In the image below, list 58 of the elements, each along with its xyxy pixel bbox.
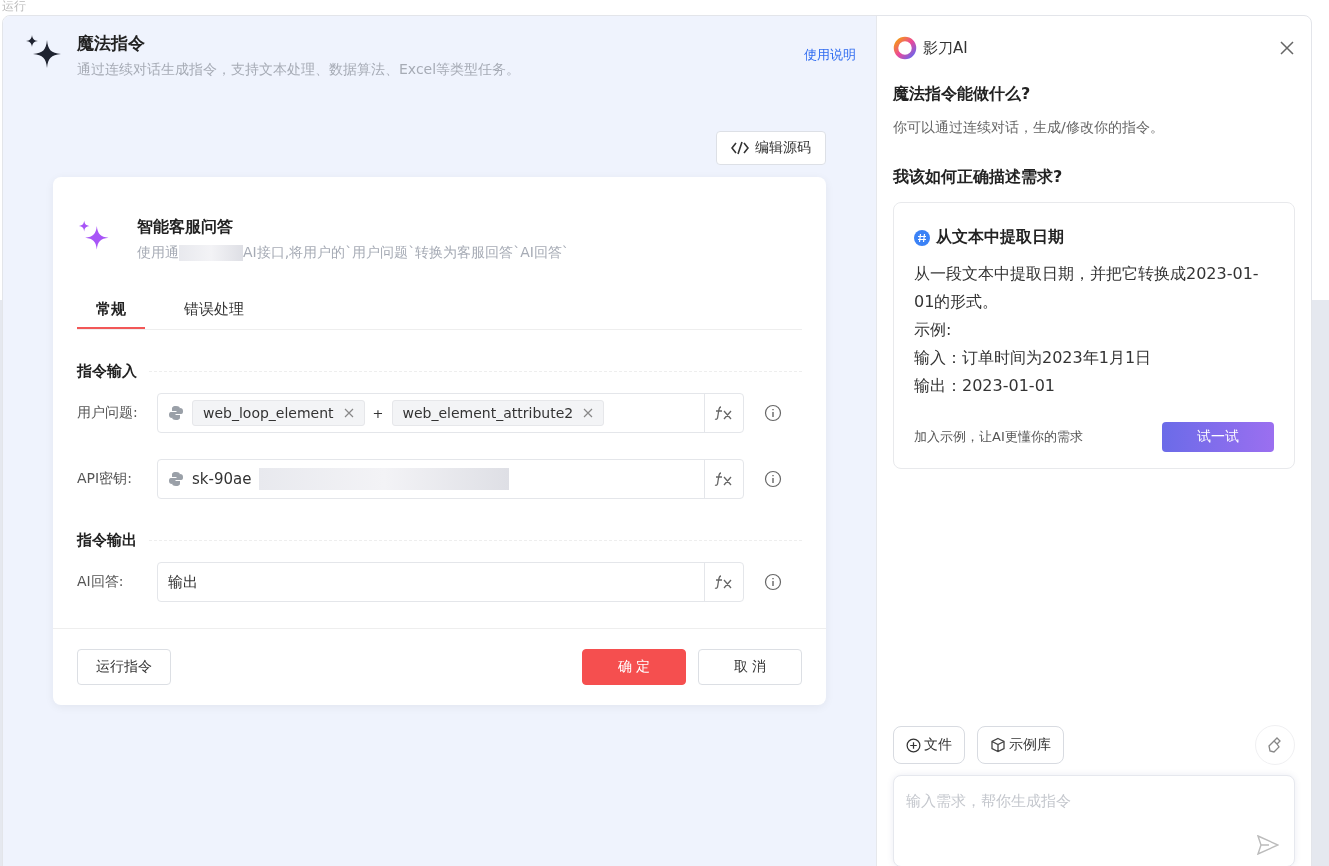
python-icon <box>168 405 184 421</box>
redaction-patch <box>179 245 243 261</box>
example-text: 输入：订单时间为2023年1月1日 <box>914 347 1153 369</box>
function-icon <box>714 472 734 486</box>
question-heading: 魔法指令能做什么? <box>893 84 1032 105</box>
card-description: 使用通 <box>137 244 179 262</box>
field-label: AI回答: <box>77 573 125 591</box>
edit-source-button[interactable]: 编辑源码 <box>716 131 826 165</box>
variable-tag[interactable]: web_element_attribute2 <box>391 400 605 426</box>
field-label: 用户问题: <box>77 404 139 422</box>
function-icon <box>714 575 734 589</box>
example-text: 从一段文本中提取日期，并把它转换成2023-01-01的形式。 <box>914 263 1260 313</box>
python-icon <box>168 471 184 487</box>
cancel-button[interactable]: 取 消 <box>698 649 802 685</box>
plus-circle-icon <box>906 737 921 753</box>
send-icon[interactable] <box>1257 835 1279 855</box>
page-subtitle: 通过连续对话生成指令，支持文本处理、数据算法、Excel等类型任务。 <box>77 61 522 79</box>
question-heading: 我该如何正确描述需求? <box>893 167 1064 188</box>
example-title: 从文本中提取日期 <box>936 227 1064 248</box>
field-label: API密钥: <box>77 470 133 488</box>
card-description: AI接口,将用户的`用户问题`转换为客服回答`AI回答` <box>243 244 569 262</box>
hash-icon <box>914 229 930 246</box>
field-value: 输出 <box>168 572 198 592</box>
field-value: sk-90ae <box>192 470 252 488</box>
tab[interactable]: 错误处理 <box>165 294 263 329</box>
input-field[interactable]: sk-90ae <box>157 459 744 499</box>
background-label: 运行 <box>2 0 26 13</box>
try-button[interactable]: 试一试 <box>1162 422 1274 452</box>
brand-name: 影刀AI <box>923 38 968 58</box>
help-link[interactable]: 使用说明 <box>804 46 856 64</box>
info-icon[interactable] <box>764 404 782 422</box>
info-icon[interactable] <box>764 573 782 591</box>
answer-text: 你可以通过连续对话，生成/修改你的指令。 <box>893 119 1165 137</box>
page-title: 魔法指令 <box>77 32 146 55</box>
example-library-button[interactable]: 示例库 <box>977 726 1064 764</box>
section-title: 指令输入 <box>77 362 137 381</box>
clear-button[interactable] <box>1255 725 1295 765</box>
plus-sign: + <box>372 405 384 421</box>
example-text: 输出：2023-01-01 <box>914 375 1056 397</box>
example-hint: 加入示例，让AI更懂你的需求 <box>914 428 1083 446</box>
info-icon[interactable] <box>764 470 782 488</box>
card-title: 智能客服问答 <box>137 217 234 238</box>
close-icon[interactable] <box>1279 40 1295 56</box>
example-text: 示例: <box>914 319 953 341</box>
close-icon[interactable] <box>343 408 354 418</box>
close-icon[interactable] <box>583 408 594 418</box>
tab[interactable]: 常规 <box>77 294 145 329</box>
input-field[interactable]: 输出 <box>157 562 744 602</box>
input-field[interactable]: web_loop_element + web_element_attribute2 <box>157 393 744 433</box>
cube-icon <box>990 737 1006 753</box>
section-title: 指令输出 <box>77 531 137 550</box>
file-button[interactable]: 文件 <box>893 726 965 764</box>
ring-logo-icon <box>893 36 917 60</box>
prompt-field[interactable]: 输入需求，帮你生成指令 <box>893 775 1295 866</box>
code-icon <box>731 141 749 155</box>
run-button[interactable]: 运行指令 <box>77 649 171 685</box>
function-icon <box>714 406 734 420</box>
variable-tag[interactable]: web_loop_element <box>192 400 365 426</box>
